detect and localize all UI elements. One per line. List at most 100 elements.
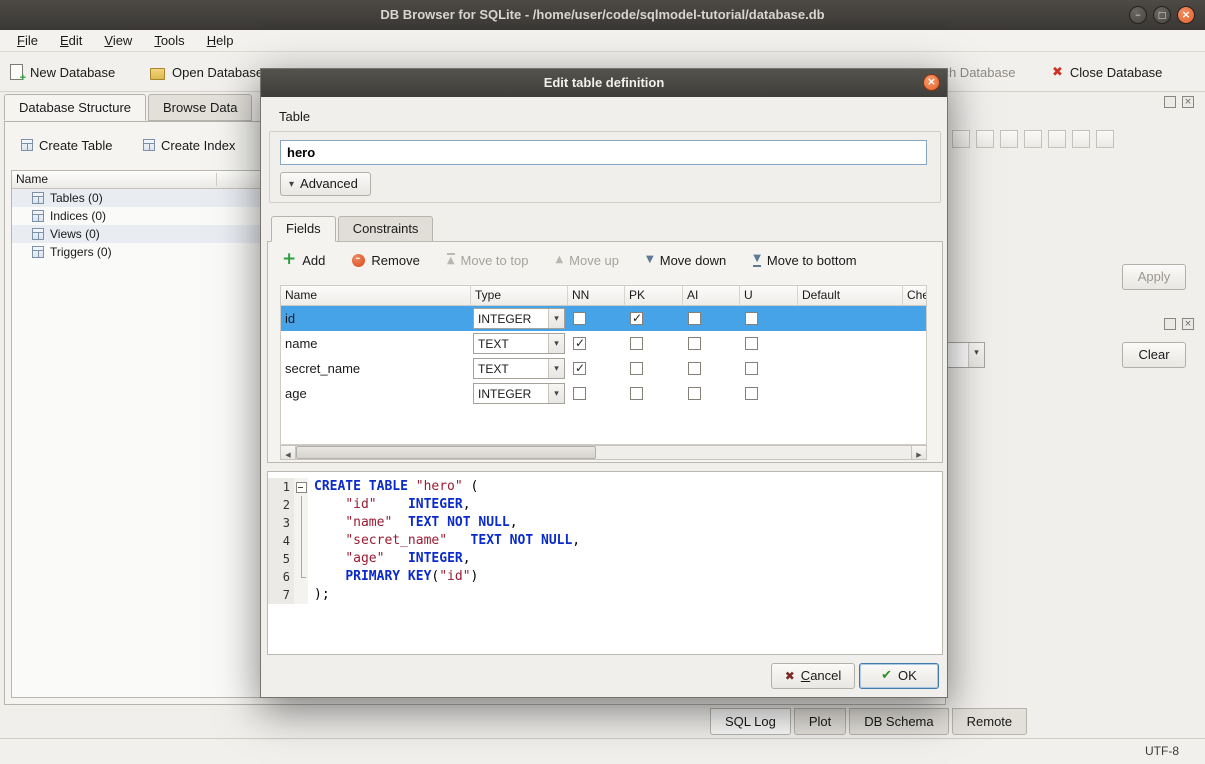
- open-database-button[interactable]: Open Database...: [150, 58, 274, 86]
- table-name-input[interactable]: [280, 140, 927, 165]
- advanced-toggle-button[interactable]: Advanced: [280, 172, 371, 196]
- ai-checkbox[interactable]: [688, 337, 701, 350]
- pk-checkbox[interactable]: [630, 362, 643, 375]
- toolbar-icon[interactable]: [952, 130, 970, 148]
- column-header-default[interactable]: Default: [798, 286, 903, 305]
- tab-fields[interactable]: Fields: [271, 216, 336, 242]
- undock-icon[interactable]: [1164, 318, 1176, 330]
- bottom-tab-plot[interactable]: Plot: [794, 708, 846, 735]
- menu-item-edit[interactable]: Edit: [49, 30, 93, 51]
- create-index-button[interactable]: Create Index: [135, 132, 243, 158]
- line-number: 4: [268, 532, 294, 550]
- tab-database-structure[interactable]: Database Structure: [4, 94, 146, 121]
- column-header-type[interactable]: Type: [471, 286, 568, 305]
- maximize-button[interactable]: [1153, 6, 1171, 24]
- undock-icon[interactable]: [1164, 96, 1176, 108]
- ai-checkbox[interactable]: [688, 387, 701, 400]
- pk-checkbox[interactable]: [630, 387, 643, 400]
- column-header-ai[interactable]: AI: [683, 286, 740, 305]
- sql-code-line: CREATE TABLE "hero" (: [308, 478, 478, 496]
- move-to-top-button[interactable]: Move to top: [447, 253, 529, 268]
- tab-browse-data[interactable]: Browse Data: [148, 94, 252, 121]
- remove-button[interactable]: Remove: [352, 253, 419, 268]
- toolbar-icon[interactable]: [1096, 130, 1114, 148]
- cancel-button[interactable]: Cancel: [771, 663, 855, 689]
- type-combobox[interactable]: INTEGER: [473, 383, 565, 404]
- move-down-button[interactable]: Move down: [646, 253, 726, 268]
- field-row[interactable]: nameTEXT: [281, 331, 926, 356]
- type-combobox[interactable]: TEXT: [473, 358, 565, 379]
- nn-checkbox[interactable]: [573, 387, 586, 400]
- dialog-close-button[interactable]: [923, 74, 940, 91]
- sql-code-line: PRIMARY KEY("id"): [308, 568, 478, 586]
- ai-checkbox[interactable]: [688, 362, 701, 375]
- pk-checkbox[interactable]: [630, 312, 643, 325]
- create-table-button[interactable]: Create Table: [13, 132, 120, 158]
- scrollbar-thumb[interactable]: [296, 446, 596, 459]
- type-combobox[interactable]: TEXT: [473, 333, 565, 354]
- u-checkbox[interactable]: [745, 337, 758, 350]
- move-to-bottom-button[interactable]: Move to bottom: [753, 253, 856, 268]
- sql-token: [314, 497, 345, 512]
- type-combobox[interactable]: INTEGER: [473, 308, 565, 329]
- sql-token: );: [314, 587, 330, 602]
- scrollbar-track[interactable]: [296, 446, 911, 459]
- button-label: Close Database: [1070, 65, 1163, 80]
- table-icon: [32, 210, 44, 222]
- bottom-tab-sql-log[interactable]: SQL Log: [710, 708, 791, 735]
- sql-token: [314, 515, 345, 530]
- checkbox-cell-pk: [625, 387, 683, 400]
- column-header-pk[interactable]: PK: [625, 286, 683, 305]
- pk-checkbox[interactable]: [630, 337, 643, 350]
- nn-checkbox[interactable]: [573, 337, 586, 350]
- minimize-button[interactable]: [1129, 6, 1147, 24]
- menu-item-file[interactable]: File: [6, 30, 49, 51]
- field-name-cell[interactable]: name: [281, 336, 471, 351]
- field-row[interactable]: idINTEGER: [281, 306, 926, 331]
- u-checkbox[interactable]: [745, 362, 758, 375]
- close-dock-icon[interactable]: [1182, 318, 1194, 330]
- new-database-button[interactable]: New Database: [10, 58, 115, 86]
- field-name-cell[interactable]: id: [281, 311, 471, 326]
- toolbar-icon[interactable]: [1048, 130, 1066, 148]
- toolbar-icon[interactable]: [1000, 130, 1018, 148]
- field-row[interactable]: secret_nameTEXT: [281, 356, 926, 381]
- menu-item-tools[interactable]: Tools: [143, 30, 195, 51]
- chevron-down-icon: [548, 309, 564, 328]
- fold-toggle-icon[interactable]: [294, 478, 308, 496]
- close-window-button[interactable]: [1177, 6, 1195, 24]
- bottom-tab-remote[interactable]: Remote: [952, 708, 1028, 735]
- field-name-cell[interactable]: secret_name: [281, 361, 471, 376]
- nn-checkbox[interactable]: [573, 362, 586, 375]
- scroll-left-arrow[interactable]: [281, 446, 296, 459]
- checkbox-cell-pk: [625, 337, 683, 350]
- menu-item-view[interactable]: View: [93, 30, 143, 51]
- checkbox-cell-nn: [568, 337, 625, 350]
- tab-constraints[interactable]: Constraints: [338, 216, 434, 242]
- toolbar-icon[interactable]: [1072, 130, 1090, 148]
- column-header-nn[interactable]: NN: [568, 286, 625, 305]
- column-header-name[interactable]: Name: [281, 286, 471, 305]
- move-up-button[interactable]: Move up: [555, 253, 619, 268]
- apply-button[interactable]: Apply: [1122, 264, 1186, 290]
- bottom-tab-db-schema[interactable]: DB Schema: [849, 708, 948, 735]
- scroll-right-arrow[interactable]: [911, 446, 926, 459]
- u-checkbox[interactable]: [745, 312, 758, 325]
- menu-item-help[interactable]: Help: [196, 30, 245, 51]
- toolbar-icon[interactable]: [1024, 130, 1042, 148]
- toolbar-icon[interactable]: [976, 130, 994, 148]
- add-button[interactable]: Add: [282, 253, 325, 268]
- close-dock-icon[interactable]: [1182, 96, 1194, 108]
- field-row[interactable]: ageINTEGER: [281, 381, 926, 406]
- column-header-check[interactable]: Check: [903, 286, 927, 305]
- horizontal-scrollbar[interactable]: [280, 445, 927, 460]
- u-checkbox[interactable]: [745, 387, 758, 400]
- clear-button[interactable]: Clear: [1122, 342, 1186, 368]
- ok-button[interactable]: OK: [859, 663, 939, 689]
- field-name-cell[interactable]: age: [281, 386, 471, 401]
- nn-checkbox[interactable]: [573, 312, 586, 325]
- close-database-button[interactable]: Close Database: [1052, 58, 1162, 86]
- ai-checkbox[interactable]: [688, 312, 701, 325]
- tree-item-label: Triggers (0): [50, 245, 112, 259]
- column-header-u[interactable]: U: [740, 286, 798, 305]
